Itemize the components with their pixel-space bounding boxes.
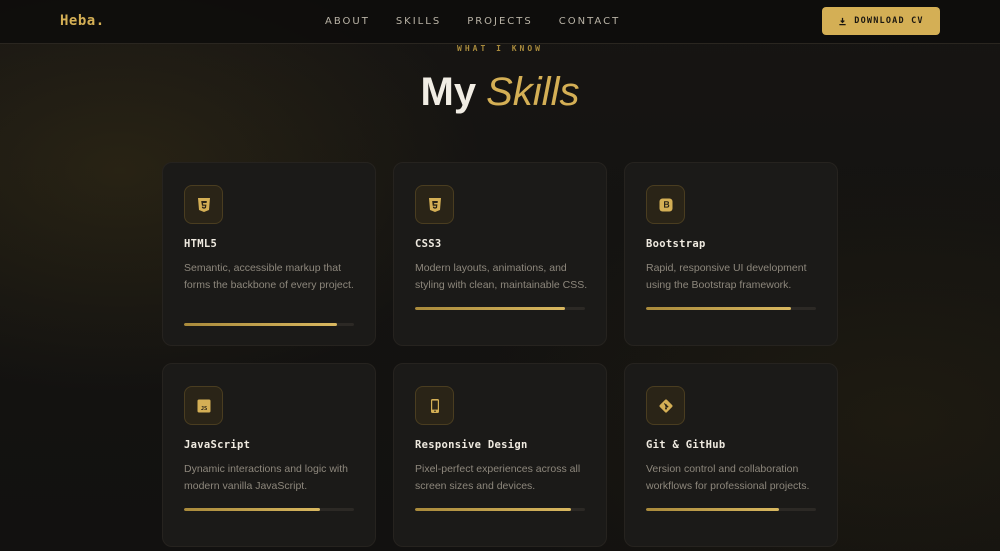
skill-title: CSS3 <box>415 238 442 250</box>
skill-card-javascript: JS JavaScript Dynamic interactions and l… <box>162 363 376 547</box>
skill-description: Pixel-perfect experiences across all scr… <box>415 463 581 492</box>
skill-description: Version control and collaboration workfl… <box>646 463 810 492</box>
skill-card-git: Git & GitHub Version control and collabo… <box>624 363 838 547</box>
skill-progress-fill <box>646 307 791 310</box>
skill-progress-fill <box>184 323 337 326</box>
skill-progress-track <box>184 323 354 326</box>
skill-description: Modern layouts, animations, and styling … <box>415 262 588 291</box>
javascript-icon: JS <box>184 386 223 425</box>
skill-progress-track <box>415 307 585 310</box>
svg-text:JS: JS <box>200 406 207 412</box>
skill-progress-fill <box>646 508 779 511</box>
section-eyebrow: WHAT I KNOW <box>457 44 543 53</box>
mobile-icon <box>415 386 454 425</box>
skill-progress-fill <box>415 307 565 310</box>
nav-links: ABOUT SKILLS PROJECTS CONTACT <box>325 16 646 27</box>
section-title: My Skills <box>0 70 1000 115</box>
skill-description: Rapid, responsive UI development using t… <box>646 262 807 291</box>
skill-card-html5: HTML5 Semantic, accessible markup that f… <box>162 162 376 346</box>
skill-progress-track <box>415 508 585 511</box>
skill-progress-track <box>646 508 816 511</box>
skill-title: HTML5 <box>184 238 218 250</box>
skill-title: Bootstrap <box>646 238 706 250</box>
skill-card-css3: CSS3 Modern layouts, animations, and sty… <box>393 162 607 346</box>
skill-card-bootstrap: Bootstrap Rapid, responsive UI developme… <box>624 162 838 346</box>
navbar: Heba. ABOUT SKILLS PROJECTS CONTACT DOWN… <box>0 0 1000 44</box>
html5-icon <box>184 185 223 224</box>
git-icon <box>646 386 685 425</box>
skill-progress-fill <box>184 508 320 511</box>
download-icon <box>839 17 846 25</box>
skill-progress-fill <box>415 508 572 511</box>
skill-title: Responsive Design <box>415 439 528 451</box>
bootstrap-icon <box>646 185 685 224</box>
skill-title: Git & GitHub <box>646 439 726 451</box>
skill-description: Dynamic interactions and logic with mode… <box>184 463 348 492</box>
nav-link-contact[interactable]: CONTACT <box>559 16 620 27</box>
css3-icon <box>415 185 454 224</box>
nav-link-skills[interactable]: SKILLS <box>396 16 441 27</box>
skill-progress-track <box>646 307 816 310</box>
skill-progress-track <box>184 508 354 511</box>
section-title-accent: Skills <box>486 70 580 114</box>
nav-link-about[interactable]: ABOUT <box>325 16 370 27</box>
download-cv-label: DOWNLOAD CV <box>854 16 924 26</box>
nav-link-projects[interactable]: PROJECTS <box>467 16 533 27</box>
logo[interactable]: Heba. <box>60 13 105 29</box>
download-cv-button[interactable]: DOWNLOAD CV <box>822 7 940 35</box>
skill-title: JavaScript <box>184 439 251 451</box>
skill-description: Semantic, accessible markup that forms t… <box>184 262 354 291</box>
skill-card-responsive: Responsive Design Pixel-perfect experien… <box>393 363 607 547</box>
section-title-main: My <box>420 70 477 114</box>
